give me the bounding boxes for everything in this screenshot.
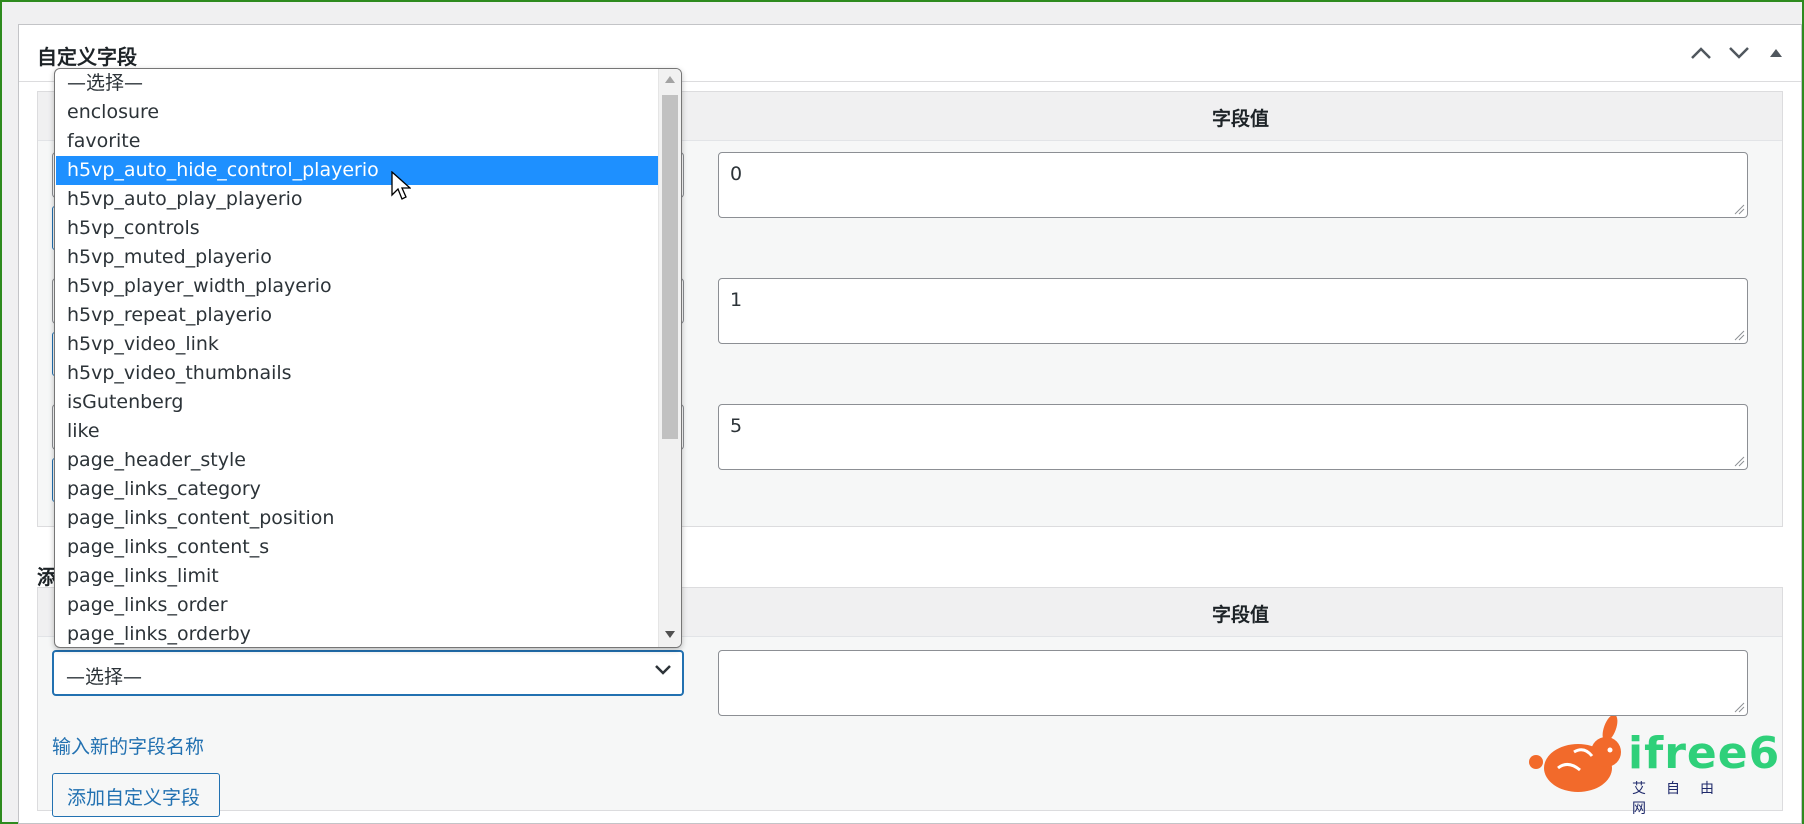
dropdown-scrollbar[interactable] [658,69,681,647]
dropdown-option[interactable]: h5vp_player_width_playerio [56,272,659,301]
dropdown-option[interactable]: h5vp_muted_playerio [56,243,659,272]
new-field-value-textarea[interactable] [718,650,1748,716]
dropdown-option[interactable]: h5vp_repeat_playerio [56,301,659,330]
resize-grip-icon[interactable] [1733,329,1745,341]
field-value-text: 1 [730,289,743,311]
dropdown-option[interactable]: page_links_order [56,591,659,620]
field-value-textarea[interactable]: 5 [718,404,1748,470]
scrollbar-thumb[interactable] [662,95,678,439]
window-frame: 自定义字段 字段值 0 1 5 添 字段值 —选择— 输入新的字段名称 添加自定… [0,0,1804,824]
chevron-down-icon [655,665,671,675]
resize-grip-icon[interactable] [1733,203,1745,215]
chevron-down-icon [1729,47,1749,59]
dropdown-option[interactable]: favorite [56,127,659,156]
field-name-select[interactable]: —选择— [52,650,684,696]
dropdown-option[interactable]: h5vp_auto_hide_control_playerio [56,156,659,185]
field-value-textarea[interactable]: 0 [718,152,1748,218]
scroll-up-arrow-icon[interactable] [665,76,675,83]
mouse-cursor-icon [391,171,411,200]
metabox-title: 自定义字段 [37,45,137,69]
add-custom-field-button[interactable]: 添加自定义字段 [52,773,220,817]
watermark-brand: ifree6 [1628,728,1781,779]
rabbit-logo-icon [1529,716,1621,792]
dropdown-option[interactable]: h5vp_video_thumbnails [56,359,659,388]
value-column-header: 字段值 [1212,108,1270,130]
chevron-up-icon [1691,47,1711,59]
dropdown-option[interactable]: page_links_content_position [56,504,659,533]
dropdown-option[interactable]: enclosure [56,98,659,127]
dropdown-option[interactable]: isGutenberg [56,388,659,417]
ifree6-watermark: ifree6 艾自由网 [1528,712,1779,817]
dropdown-option[interactable]: page_links_limit [56,562,659,591]
dropdown-option[interactable]: page_links_content_s [56,533,659,562]
dropdown-option[interactable]: page_header_style [56,446,659,475]
dropdown-option[interactable]: page_links_category [56,475,659,504]
dropdown-option[interactable]: h5vp_auto_play_playerio [56,185,659,214]
select-value: —选择— [66,666,143,688]
toggle-panel-button[interactable] [1760,39,1792,67]
move-down-button[interactable] [1723,39,1755,67]
triangle-up-icon [1770,49,1782,57]
move-up-button[interactable] [1685,39,1717,67]
dropdown-option[interactable]: —选择— [56,69,659,98]
field-name-dropdown-list[interactable]: —选择— enclosure favorite h5vp_auto_hide_cont… [54,68,682,648]
dropdown-option[interactable]: h5vp_controls [56,214,659,243]
scroll-down-arrow-icon[interactable] [665,631,675,638]
dropdown-option[interactable]: like [56,417,659,446]
field-value-textarea[interactable]: 1 [718,278,1748,344]
field-value-text: 5 [730,415,743,437]
dropdown-option[interactable]: page_links_orderby [56,620,659,647]
enter-new-field-link[interactable]: 输入新的字段名称 [52,732,204,759]
watermark-subtitle: 艾自由网 [1632,781,1734,817]
field-value-text: 0 [730,163,743,185]
resize-grip-icon[interactable] [1733,455,1745,467]
value-column-header: 字段值 [1212,604,1270,626]
dropdown-option[interactable]: h5vp_video_link [56,330,659,359]
